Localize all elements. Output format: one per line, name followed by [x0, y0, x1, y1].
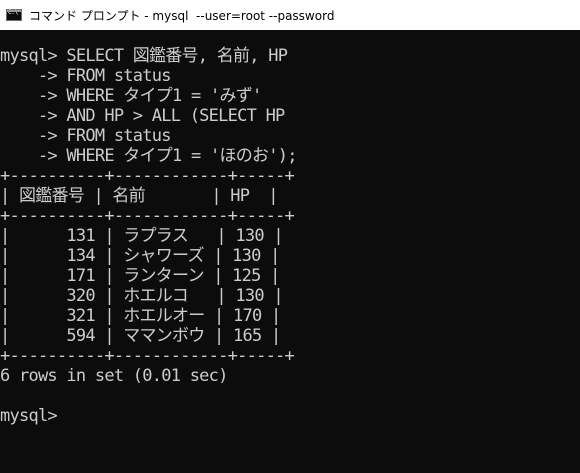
sql-query-line-6: -> WHERE タイプ1 = 'ほのお'); [0, 146, 298, 166]
table-row: | 171 | ランターン | 125 | [0, 266, 280, 286]
result-summary: 6 rows in set (0.01 sec) [0, 366, 228, 386]
sql-query-line-3: -> WHERE タイプ1 = 'みず' [0, 86, 262, 106]
table-row: | 131 | ラプラス | 130 | [0, 226, 284, 246]
sql-query-line-1: mysql> SELECT 図鑑番号, 名前, HP [0, 46, 288, 66]
sql-query-line-5: -> FROM status [0, 126, 172, 146]
sql-query-line-2: -> FROM status [0, 66, 172, 86]
title-bar[interactable]: コマンド プロンプト - mysql --user=root --passwor… [0, 0, 580, 30]
table-row: | 321 | ホエルオー | 170 | [0, 306, 281, 326]
table-border-top: +----------+------------+-----+ [0, 166, 295, 186]
table-row: | 134 | シャワーズ | 130 | [0, 246, 280, 266]
table-border-bottom: +----------+------------+-----+ [0, 346, 295, 366]
table-header-row: | 図鑑番号 | 名前 | HP | [0, 186, 278, 206]
window-title: コマンド プロンプト - mysql --user=root --passwor… [29, 8, 335, 23]
sql-query-line-4: -> AND HP > ALL (SELECT HP [0, 106, 285, 126]
table-row: | 594 | ママンボウ | 165 | [0, 326, 281, 346]
console-output[interactable]: mysql> SELECT 図鑑番号, 名前, HP -> FROM statu… [0, 30, 580, 473]
table-row: | 320 | ホエルコ | 130 | [0, 286, 284, 306]
command-prompt-icon [6, 9, 22, 21]
mysql-prompt[interactable]: mysql> [0, 406, 580, 426]
table-border-header: +----------+------------+-----+ [0, 206, 295, 226]
